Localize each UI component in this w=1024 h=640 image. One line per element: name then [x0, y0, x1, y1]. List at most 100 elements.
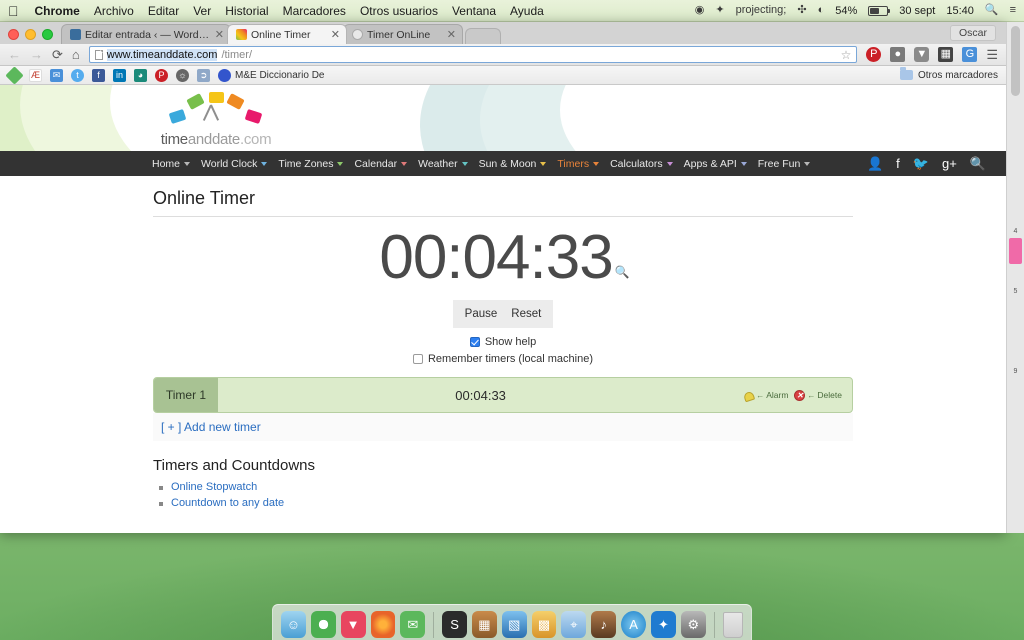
wifi-icon[interactable]: ◐	[818, 5, 825, 16]
user-icon[interactable]: 👤	[867, 156, 883, 172]
linkedin-icon[interactable]: in	[113, 68, 126, 82]
back-button[interactable]: ←	[8, 48, 21, 61]
facebook-icon[interactable]: f	[896, 156, 900, 171]
ibooks-icon[interactable]: ▦	[471, 611, 497, 638]
evernote-icon[interactable]: ●	[890, 47, 906, 62]
facebook-icon[interactable]: f	[92, 68, 105, 82]
tab-close-icon[interactable]: ✕	[447, 28, 456, 41]
app-icon[interactable]	[5, 65, 24, 85]
other-bookmarks-folder[interactable]: Otros marcadores	[899, 67, 998, 81]
notification-center-icon[interactable]: ≡	[1010, 5, 1016, 16]
window-right-scrollbar-strip[interactable]: 4 5 9	[1006, 22, 1024, 533]
bluetooth-icon[interactable]: ✣	[797, 5, 806, 16]
add-new-timer-link[interactable]: [ + ] Add new timer	[161, 420, 261, 434]
translate-icon[interactable]: ➲	[197, 68, 210, 82]
nav-item-weather[interactable]: Weather	[418, 158, 468, 170]
pocket-icon[interactable]: ▼	[914, 47, 930, 62]
pinterest-icon[interactable]: P	[155, 68, 168, 82]
tab-close-icon[interactable]: ✕	[331, 28, 340, 41]
dropbox-icon[interactable]: ✦	[651, 611, 676, 638]
timer-row[interactable]: Timer 1 00:04:33 ← Alarm ✕ ← Delete	[153, 377, 853, 414]
firefox-icon[interactable]	[370, 611, 396, 638]
reset-button[interactable]: Reset	[507, 308, 545, 320]
nav-item-timers[interactable]: Timers	[557, 158, 600, 170]
menu-item-ver[interactable]: Ver	[193, 4, 211, 18]
profile-name-button[interactable]: Oscar	[949, 25, 996, 41]
menu-item-editar[interactable]: Editar	[148, 4, 179, 18]
menu-item-ventana[interactable]: Ventana	[452, 4, 496, 18]
skype-icon[interactable]: S	[442, 611, 467, 638]
airplay-icon[interactable]: projecting;	[736, 5, 787, 16]
page-info-icon[interactable]	[94, 49, 103, 60]
scrollbar-thumb[interactable]	[1011, 26, 1020, 96]
new-tab-button[interactable]	[465, 28, 501, 44]
hootsuite-icon[interactable]: ◕	[134, 68, 147, 82]
browser-tab-online-timer[interactable]: Online Timer ✕	[227, 24, 347, 44]
apple-menu-icon[interactable]: 	[8, 4, 19, 18]
menu-item-otros-usuarios[interactable]: Otros usuarios	[360, 4, 438, 18]
trash-icon[interactable]	[722, 612, 744, 638]
nav-item-free-fun[interactable]: Free Fun	[758, 158, 811, 170]
browser-tab-wordpress[interactable]: Editar entrada ‹ — WordPre ✕	[61, 24, 231, 44]
bookmark-star-icon[interactable]: ☆	[841, 48, 852, 62]
nav-item-world-clock[interactable]: World Clock	[201, 158, 268, 170]
close-window-button[interactable]	[8, 29, 19, 40]
site-logo[interactable]: timeanddate.com	[152, 92, 280, 148]
tab-close-icon[interactable]: ✕	[215, 28, 224, 41]
pause-button[interactable]: Pause	[461, 308, 502, 320]
nav-item-sun-and-moon[interactable]: Sun & Moon	[479, 158, 547, 170]
dropbox-icon[interactable]: ✦	[715, 5, 724, 16]
menu-item-ayuda[interactable]: Ayuda	[510, 4, 544, 18]
reload-button[interactable]: ⟳	[52, 48, 63, 61]
film-icon[interactable]: ▦	[938, 47, 954, 62]
finder-icon[interactable]: ☺	[280, 611, 306, 638]
menu-item-marcadores[interactable]: Marcadores	[283, 4, 346, 18]
show-help-row[interactable]: Show help	[153, 334, 853, 351]
twitter-icon[interactable]: t	[71, 68, 84, 82]
menu-app-name[interactable]: Chrome	[35, 4, 80, 18]
pinterest-icon[interactable]: P	[866, 47, 882, 62]
nav-item-time-zones[interactable]: Time Zones	[278, 158, 344, 170]
minimize-window-button[interactable]	[25, 29, 36, 40]
google-translate-icon[interactable]: G	[962, 47, 978, 62]
numbers-icon[interactable]: ▧	[501, 611, 527, 638]
mail-icon[interactable]: ✉	[50, 68, 63, 82]
systemprefs-icon[interactable]: ⚙	[680, 611, 706, 638]
bookmark-diccionario[interactable]: M&E Diccionario De	[218, 68, 324, 82]
maximize-window-button[interactable]	[42, 29, 53, 40]
link-countdown-any-date[interactable]: Countdown to any date	[171, 497, 284, 509]
show-help-checkbox[interactable]	[469, 337, 480, 348]
menu-item-historial[interactable]: Historial	[225, 4, 268, 18]
pocket-icon[interactable]: ▼	[340, 611, 366, 638]
nav-item-calendar[interactable]: Calendar	[354, 158, 408, 170]
spotify-icon[interactable]: ◉	[695, 5, 705, 16]
googleplus-icon[interactable]: g+	[942, 156, 957, 171]
nav-item-apps-and-api[interactable]: Apps & API	[684, 158, 747, 170]
chrome-menu-icon[interactable]: ☰	[986, 48, 998, 61]
battery-icon[interactable]	[868, 5, 891, 16]
delete-action[interactable]: ✕ ← Delete	[794, 389, 842, 401]
preview-icon[interactable]: ⌖	[561, 611, 587, 638]
timer-display[interactable]: 00:04:33 🔍	[153, 225, 853, 290]
keynote-icon[interactable]: ▩	[531, 611, 557, 638]
globe-icon[interactable]: ☼	[176, 68, 189, 82]
appstore-icon[interactable]: A	[621, 611, 647, 638]
nav-item-home[interactable]: Home	[152, 158, 191, 170]
address-bar[interactable]: www.timeanddate.com/timer/ ☆	[88, 46, 858, 63]
home-button[interactable]: ⌂	[72, 48, 80, 61]
remember-timers-row[interactable]: Remember timers (local machine)	[153, 351, 853, 368]
nav-item-calculators[interactable]: Calculators	[610, 158, 673, 170]
menu-item-archivo[interactable]: Archivo	[94, 4, 134, 18]
garageband-icon[interactable]: ♪	[591, 611, 617, 638]
alarm-action[interactable]: ← Alarm	[743, 390, 788, 401]
search-icon[interactable]: 🔍	[970, 156, 986, 172]
ae-icon[interactable]: Æ	[29, 68, 42, 82]
search-icon[interactable]: 🔍	[985, 5, 999, 16]
forward-button[interactable]: →	[30, 48, 43, 61]
chrome-icon[interactable]	[310, 611, 336, 638]
remember-timers-checkbox[interactable]	[412, 353, 423, 364]
messages-icon[interactable]: ✉	[400, 611, 426, 638]
browser-tab-timer-online[interactable]: Timer OnLine ✕	[343, 24, 463, 44]
link-online-stopwatch[interactable]: Online Stopwatch	[171, 481, 257, 493]
twitter-icon[interactable]: 🐦	[913, 156, 929, 172]
